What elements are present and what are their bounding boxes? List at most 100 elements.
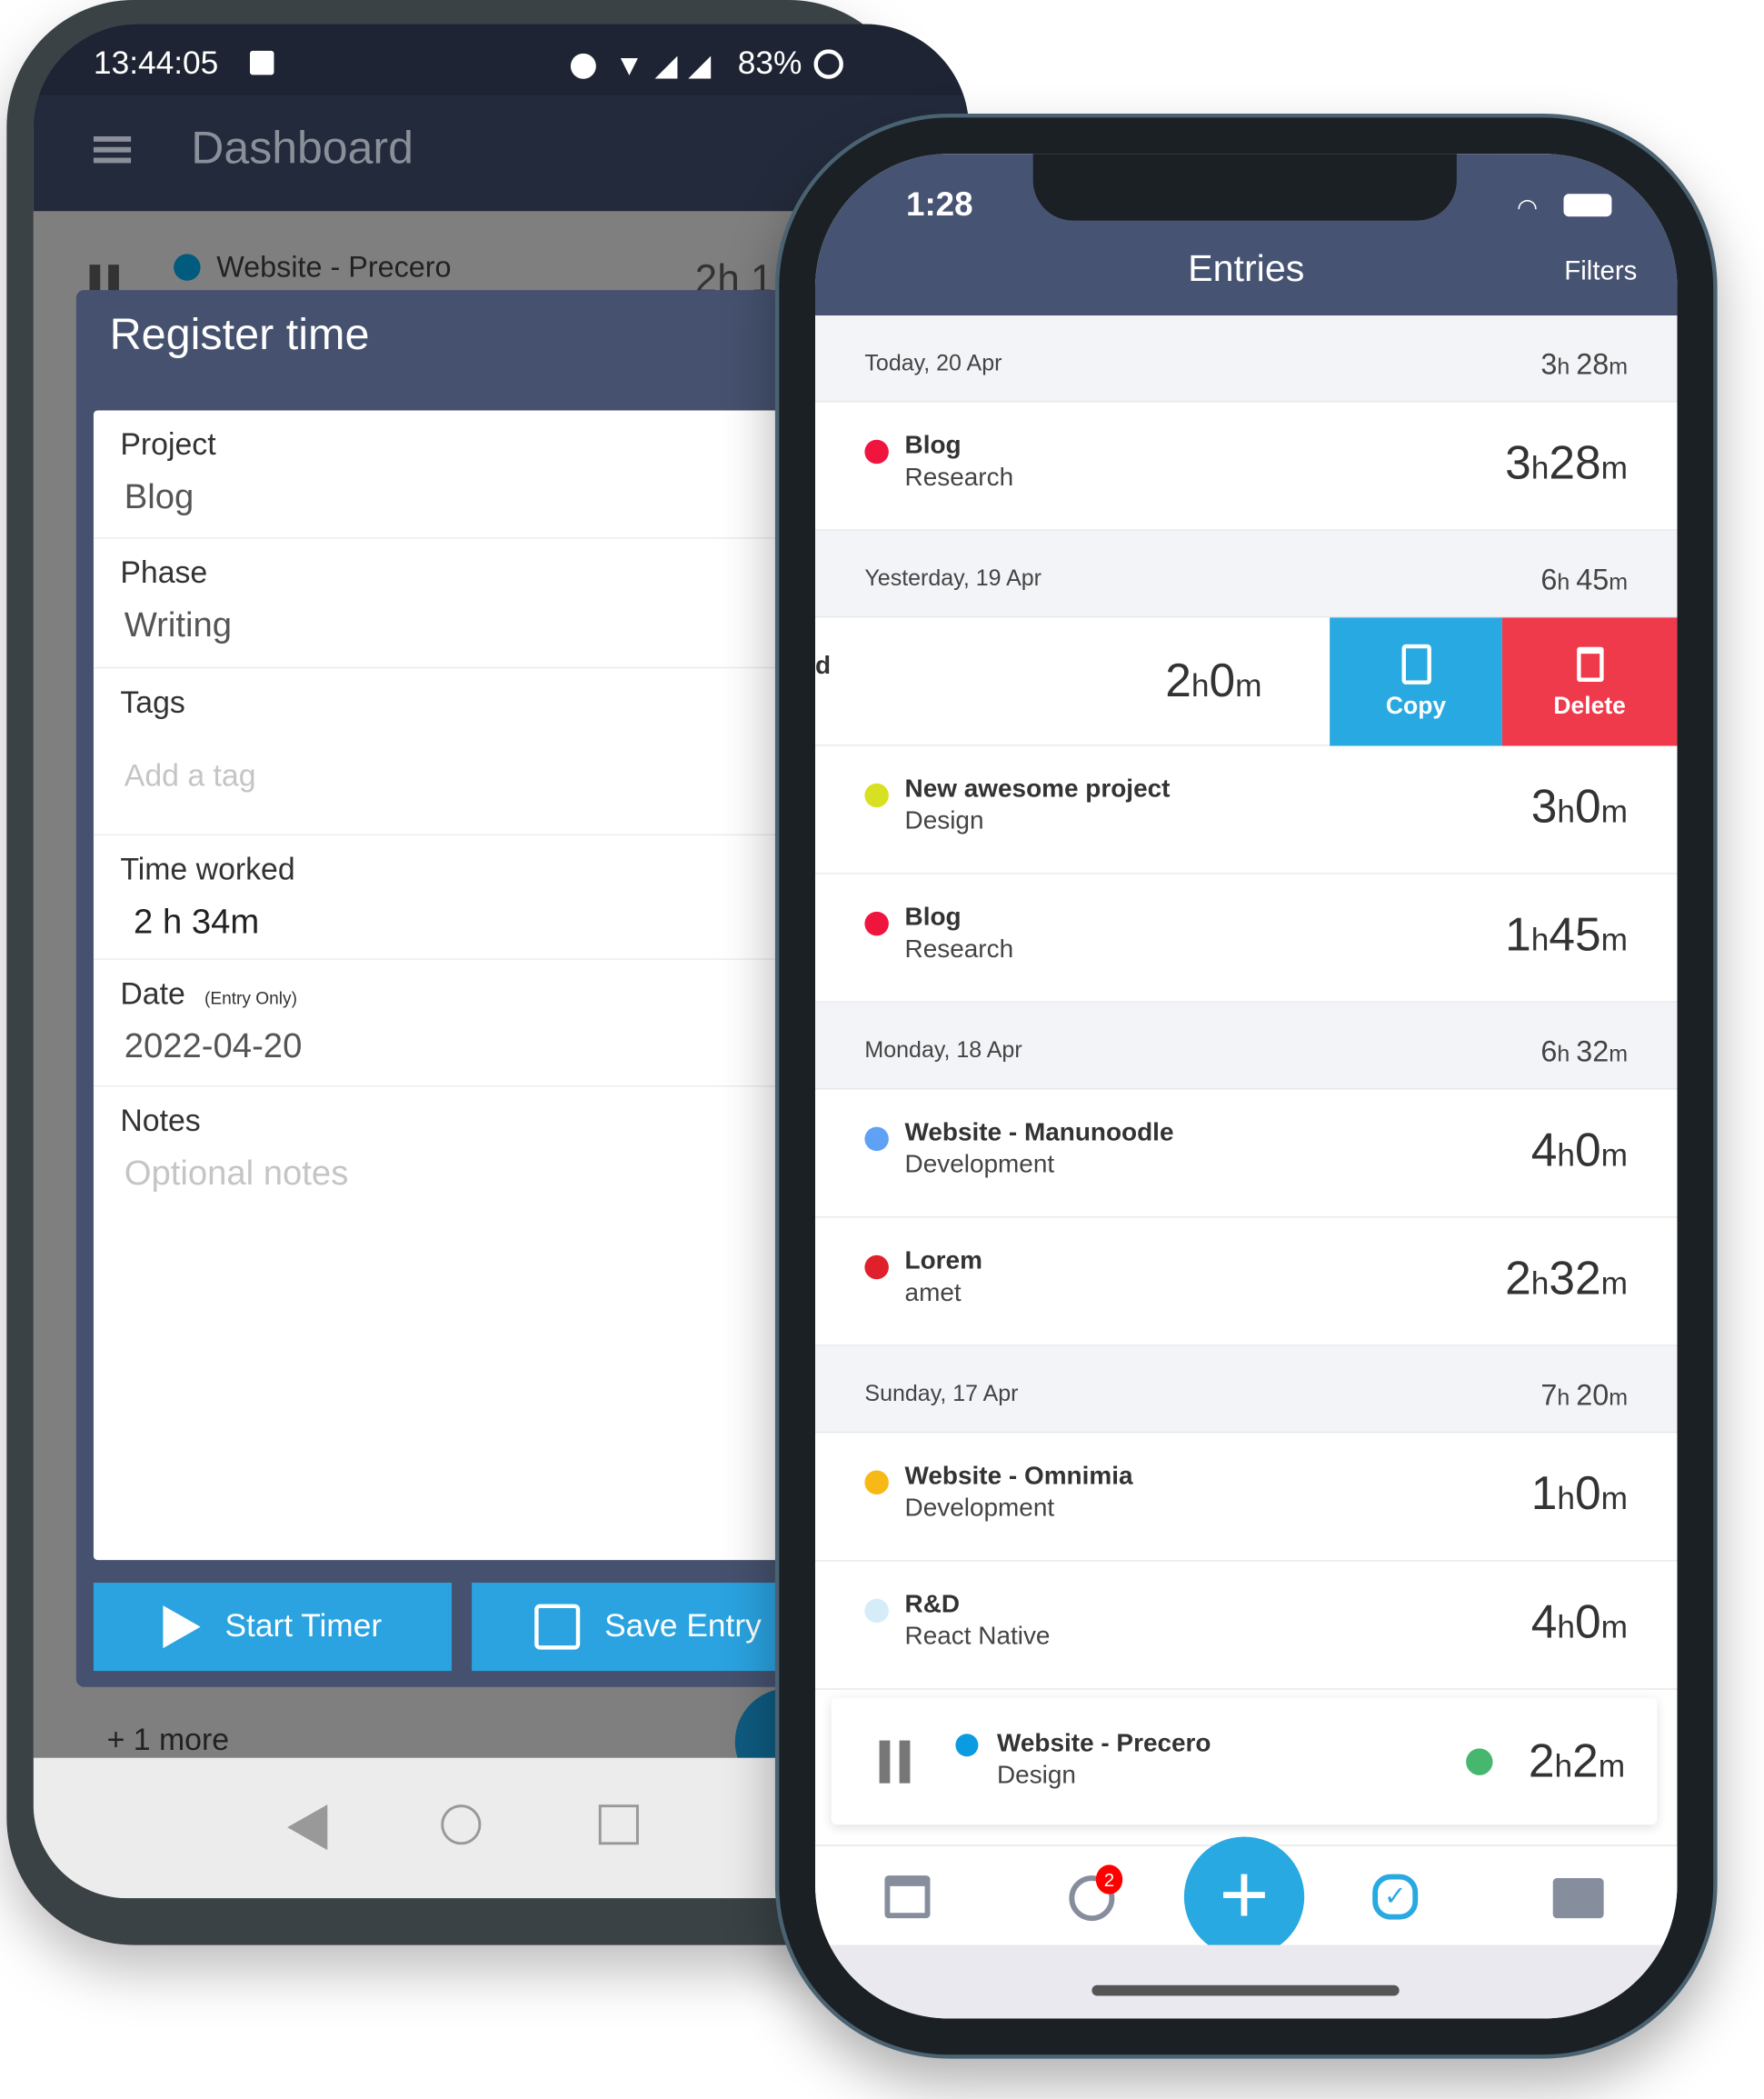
pause-icon[interactable] — [879, 1740, 891, 1784]
day-total: 3h 28m — [1540, 347, 1629, 382]
day-label: Yesterday, 19 Apr — [864, 565, 1042, 591]
dialog-title: Register time — [109, 308, 370, 359]
running-timer-card[interactable]: Website - Precero Design 2h2m — [831, 1697, 1658, 1825]
running-phase: Design — [996, 1762, 1076, 1790]
notes-field[interactable]: Notes Optional notes — [94, 1087, 815, 1194]
tab-bar: 2 + ✓ — [815, 1836, 1678, 1957]
plus-icon: + — [1219, 1845, 1270, 1943]
project-value: Blog — [124, 475, 194, 516]
battery-percent: 83% — [737, 45, 802, 82]
entry-phase: Development — [904, 1494, 1055, 1523]
notch — [1032, 154, 1457, 221]
project-dot — [864, 1470, 889, 1495]
day-header: Sunday, 17 Apr 7h 20m — [815, 1345, 1678, 1434]
notes-label: Notes — [120, 1103, 201, 1138]
date-value: 2022-04-20 — [124, 1025, 303, 1065]
project-dot — [864, 911, 889, 936]
tags-field[interactable]: Tags Add a tag — [93, 668, 816, 836]
calendar-icon[interactable] — [884, 1875, 931, 1919]
filters-button[interactable]: Filters — [1564, 256, 1637, 287]
entry-project: Blog — [904, 904, 962, 932]
date-field[interactable]: Date (Entry Only) 2022-04-20 — [93, 960, 816, 1087]
tags-input[interactable]: Add a tag — [125, 758, 789, 795]
time-label: Time worked — [120, 851, 295, 886]
entry-duration: 2h32m — [1505, 1252, 1629, 1305]
start-timer-label: Start Timer — [224, 1608, 383, 1644]
project-dot — [864, 1598, 889, 1624]
wifi-icon: ◠ — [1517, 194, 1539, 221]
page-title: Entries — [1188, 247, 1305, 289]
running-status-dot — [1466, 1748, 1493, 1775]
copy-button[interactable]: Copy — [1330, 617, 1502, 746]
entry-phase: Research — [904, 935, 1014, 965]
verified-badge-icon[interactable]: ✓ — [1372, 1874, 1419, 1920]
day-header: Yesterday, 19 Apr 6h 45m — [815, 530, 1678, 618]
iphone: 1:28 ◠ Entries Filters Today, 20 Apr 3h 2… — [774, 113, 1718, 2059]
home-indicator[interactable] — [1091, 1984, 1400, 1996]
folder-icon[interactable] — [1552, 1878, 1604, 1919]
more-link[interactable]: + 1 more — [107, 1722, 229, 1758]
tags-label: Tags — [120, 684, 185, 720]
day-total: 6h 32m — [1540, 1035, 1629, 1068]
phase-field[interactable]: Phase Writing — [93, 539, 816, 669]
save-icon — [534, 1604, 581, 1650]
phase-label: Phase — [120, 555, 208, 590]
start-timer-button[interactable]: Start Timer — [93, 1583, 453, 1672]
entry-duration: 3h28m — [1505, 436, 1629, 490]
minutes-value[interactable]: 34m — [192, 901, 259, 941]
copy-icon — [1400, 644, 1431, 685]
entry-project: Blog — [904, 431, 962, 460]
app-title: Dashboard — [191, 123, 414, 175]
entry-row[interactable]: Website - Manunoodle Development 4h0m — [815, 1089, 1678, 1218]
swiped-entry-row[interactable]: d 2h0m Copy Delete — [815, 617, 1678, 746]
signal-icon: ◢ — [688, 47, 712, 82]
project-dot — [864, 439, 889, 465]
notification-badge: 2 — [1095, 1864, 1123, 1894]
entry-phase: Research — [904, 464, 1014, 493]
android-status-bar: 13:44:05 ▼ ◢ ◢ 83% — [33, 24, 970, 96]
running-project: Website - Precero — [996, 1729, 1211, 1758]
back-icon[interactable] — [287, 1804, 328, 1851]
entry-project: Website - Manunoodle — [904, 1118, 1174, 1147]
hours-value[interactable]: 2 — [134, 901, 153, 941]
register-form: Project Blog Phase Writing Tags Add a ta… — [93, 410, 816, 1561]
project-dot — [864, 783, 889, 808]
copy-label: Copy — [1385, 692, 1447, 720]
day-header: Monday, 18 Apr 6h 32m — [815, 1002, 1678, 1090]
hamburger-icon[interactable] — [93, 135, 132, 164]
delete-button[interactable]: Delete — [1501, 617, 1678, 746]
recents-icon[interactable] — [598, 1804, 639, 1845]
entry-duration: 1h45m — [1505, 908, 1629, 962]
status-time: 13:44:05 — [93, 45, 219, 82]
save-entry-button[interactable]: Save Entry — [472, 1583, 825, 1672]
entry-phase: Design — [904, 807, 984, 836]
home-icon[interactable] — [441, 1804, 482, 1845]
home-indicator-area — [815, 1944, 1678, 2019]
add-entry-button[interactable]: + — [1183, 1836, 1305, 1957]
hours-unit: h — [162, 901, 183, 942]
day-total: 7h 20m — [1540, 1378, 1629, 1412]
entry-row[interactable]: Website - Omnimia Development 1h0m — [815, 1433, 1678, 1562]
entry-duration: 1h0m — [1530, 1467, 1629, 1520]
entry-row[interactable]: Lorem amet 2h32m — [815, 1217, 1678, 1346]
register-time-dialog: Register time Project Blog Phase Writing… — [75, 290, 825, 1687]
iphone-screen: 1:28 ◠ Entries Filters Today, 20 Apr 3h 2… — [815, 154, 1678, 2019]
entry-duration: 2h0m — [1165, 655, 1262, 707]
entry-row[interactable]: New awesome project Design 3h0m — [815, 745, 1678, 875]
entry-duration: 4h0m — [1530, 1124, 1629, 1177]
day-header: Today, 20 Apr 3h 28m — [815, 315, 1678, 403]
entry-project: Lorem — [904, 1246, 982, 1275]
notes-input[interactable]: Optional notes — [125, 1153, 789, 1194]
entry-row[interactable]: R&D React Native 4h0m — [815, 1561, 1678, 1690]
running-duration: 2h2m — [1528, 1734, 1626, 1788]
project-field[interactable]: Project Blog — [93, 410, 816, 539]
entry-row[interactable]: Blog Research 3h28m — [815, 402, 1678, 531]
entry-project: Website - Precero — [216, 249, 452, 284]
time-worked-field[interactable]: Time worked 2 h 34m — [93, 835, 816, 960]
entries-list[interactable]: Today, 20 Apr 3h 28m Blog Research 3h28m Yest… — [815, 315, 1678, 1844]
entry-project-partial: d — [815, 652, 832, 681]
date-note: (Entry Only) — [204, 987, 297, 1008]
project-label: Project — [120, 426, 216, 462]
entry-phase: React Native — [904, 1623, 1051, 1652]
entry-row[interactable]: Blog Research 1h45m — [815, 874, 1678, 1003]
